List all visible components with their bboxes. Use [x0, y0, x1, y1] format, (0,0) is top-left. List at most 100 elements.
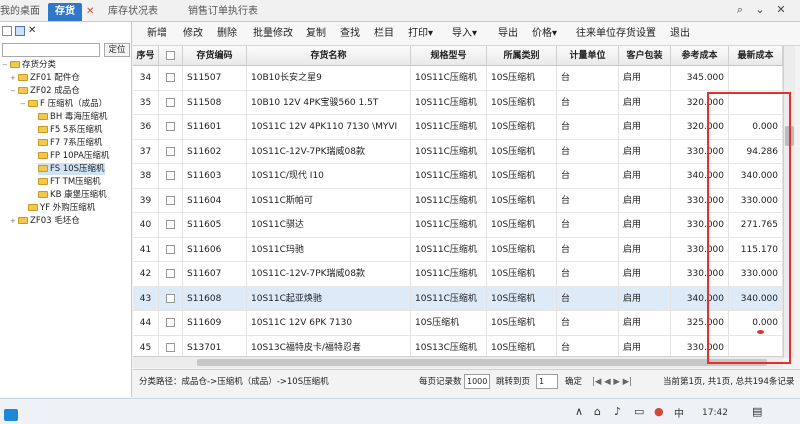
row-checkbox-cell[interactable] [159, 237, 183, 262]
cell-code[interactable]: S11508 [183, 90, 247, 115]
per-page-input[interactable]: 1000 [464, 374, 490, 389]
row-checkbox-cell[interactable] [159, 139, 183, 164]
clock[interactable]: 17:42 [702, 408, 728, 418]
cell-code[interactable]: S11608 [183, 286, 247, 311]
tree-item-zf01[interactable]: + ZF01 配件仓 [10, 72, 80, 84]
edit-button[interactable]: 修改 [183, 27, 203, 41]
app-icon[interactable] [4, 409, 18, 421]
edit-icon[interactable] [15, 26, 25, 36]
cell-code[interactable]: S11604 [183, 188, 247, 213]
cell-pack[interactable]: 启用 [619, 237, 671, 262]
search-icon[interactable]: ⌕ [733, 3, 747, 17]
row-checkbox[interactable] [166, 342, 175, 352]
new-file-icon[interactable] [2, 26, 12, 36]
row-checkbox[interactable] [166, 293, 175, 303]
cell-no[interactable]: 35 [133, 90, 159, 115]
cell-name[interactable]: 10B10 12V 4PK宝骏560 1.5T [247, 90, 411, 115]
horizontal-scrollbar[interactable] [133, 356, 783, 368]
price-button[interactable]: 价格▾ [532, 27, 557, 41]
cell-cat[interactable]: 10S压缩机 [487, 115, 557, 140]
cell-unit[interactable]: 台 [557, 164, 619, 189]
cell-spec[interactable]: 10S11C压缩机 [411, 237, 487, 262]
cell-pack[interactable]: 启用 [619, 311, 671, 336]
cell-code[interactable]: S11507 [183, 66, 247, 91]
select-all-checkbox[interactable] [166, 51, 175, 60]
tab-stock-report[interactable]: 库存状况表 [108, 3, 158, 21]
export-button[interactable]: 导出 [498, 27, 518, 41]
col-seq-header[interactable]: 序号 [133, 46, 159, 66]
cell-cat[interactable]: 10S压缩机 [487, 335, 557, 358]
app-tray-icon[interactable]: ● [654, 405, 664, 418]
cell-unit[interactable]: 台 [557, 286, 619, 311]
partner-inventory-settings-button[interactable]: 往来单位存货设置 [576, 27, 656, 41]
cell-pack[interactable]: 启用 [619, 115, 671, 140]
col-spec-header[interactable]: 规格型号 [411, 46, 487, 66]
chevron-down-icon[interactable]: ⌄ [753, 3, 767, 17]
cell-spec[interactable]: 10S11C压缩机 [411, 286, 487, 311]
cell-unit[interactable]: 台 [557, 237, 619, 262]
cell-pack[interactable]: 启用 [619, 286, 671, 311]
confirm-button[interactable]: 确定 [565, 376, 582, 388]
row-checkbox-cell[interactable] [159, 311, 183, 336]
cell-spec[interactable]: 10S压缩机 [411, 311, 487, 336]
cell-no[interactable]: 39 [133, 188, 159, 213]
cell-cat[interactable]: 10S压缩机 [487, 164, 557, 189]
tree-item-zf03[interactable]: + ZF03 毛坯仓 [10, 215, 80, 227]
row-checkbox-cell[interactable] [159, 164, 183, 189]
cell-cat[interactable]: 10S压缩机 [487, 262, 557, 287]
row-checkbox[interactable] [166, 146, 175, 156]
cell-code[interactable]: S11605 [183, 213, 247, 238]
jump-page-input[interactable]: 1 [536, 374, 558, 389]
cell-no[interactable]: 40 [133, 213, 159, 238]
exit-button[interactable]: 退出 [670, 27, 690, 41]
cell-pack[interactable]: 启用 [619, 164, 671, 189]
row-checkbox-cell[interactable] [159, 335, 183, 358]
cell-name[interactable]: 10S11C骐达 [247, 213, 411, 238]
tree-item-f5[interactable]: F5 5系压缩机 [38, 124, 102, 136]
cell-unit[interactable]: 台 [557, 115, 619, 140]
delete-icon[interactable]: ✕ [28, 25, 36, 36]
cell-spec[interactable]: 10S11C压缩机 [411, 139, 487, 164]
cell-name[interactable]: 10B10长安之星9 [247, 66, 411, 91]
col-code-header[interactable]: 存货编码 [183, 46, 247, 66]
col-name-header[interactable]: 存货名称 [247, 46, 411, 66]
cell-no[interactable]: 34 [133, 66, 159, 91]
cell-cat[interactable]: 10S压缩机 [487, 139, 557, 164]
row-checkbox[interactable] [166, 73, 175, 82]
cell-spec[interactable]: 10S11C压缩机 [411, 164, 487, 189]
cell-cat[interactable]: 10S压缩机 [487, 237, 557, 262]
col-ref-cost-header[interactable]: 参考成本 [671, 46, 729, 66]
cell-cat[interactable]: 10S压缩机 [487, 188, 557, 213]
delete-button[interactable]: 删除 [217, 27, 237, 41]
cell-cat[interactable]: 10S压缩机 [487, 66, 557, 91]
row-checkbox[interactable] [166, 220, 175, 229]
close-icon[interactable]: ✕ [86, 3, 94, 21]
cell-ref[interactable]: 345.000 [671, 66, 729, 91]
cell-name[interactable]: 10S11C玛驰 [247, 237, 411, 262]
cell-unit[interactable]: 台 [557, 311, 619, 336]
tree-item-f[interactable]: − F 压缩机（成品） [20, 98, 107, 110]
row-checkbox[interactable] [166, 269, 175, 278]
cell-no[interactable]: 37 [133, 139, 159, 164]
row-checkbox[interactable] [166, 97, 175, 107]
cell-pack[interactable]: 启用 [619, 262, 671, 287]
cell-pack[interactable]: 启用 [619, 188, 671, 213]
tree-item-fp[interactable]: FP 10PA压缩机 [38, 150, 109, 162]
chevron-up-icon[interactable]: ∧ [575, 405, 583, 418]
ime-indicator[interactable]: 中 [674, 405, 684, 420]
cell-pack[interactable]: 启用 [619, 335, 671, 358]
tree-item-fs[interactable]: FS 10S压缩机 [38, 163, 105, 175]
cell-no[interactable]: 44 [133, 311, 159, 336]
notification-icon[interactable]: ▤ [752, 405, 762, 418]
cell-spec[interactable]: 10S11C压缩机 [411, 188, 487, 213]
cell-code[interactable]: S13701 [183, 335, 247, 358]
cell-code[interactable]: S11602 [183, 139, 247, 164]
tree-item-ft[interactable]: FT TM压缩机 [38, 176, 101, 188]
cell-code[interactable]: S11603 [183, 164, 247, 189]
cell-no[interactable]: 38 [133, 164, 159, 189]
pager-nav[interactable]: |◀ ◀ ▶ ▶| [592, 376, 632, 388]
cell-spec[interactable]: 10S13C压缩机 [411, 335, 487, 358]
cell-name[interactable]: 10S11C斯帕可 [247, 188, 411, 213]
row-checkbox-cell[interactable] [159, 213, 183, 238]
tree-item-zf02[interactable]: − ZF02 成品仓 [10, 85, 80, 97]
